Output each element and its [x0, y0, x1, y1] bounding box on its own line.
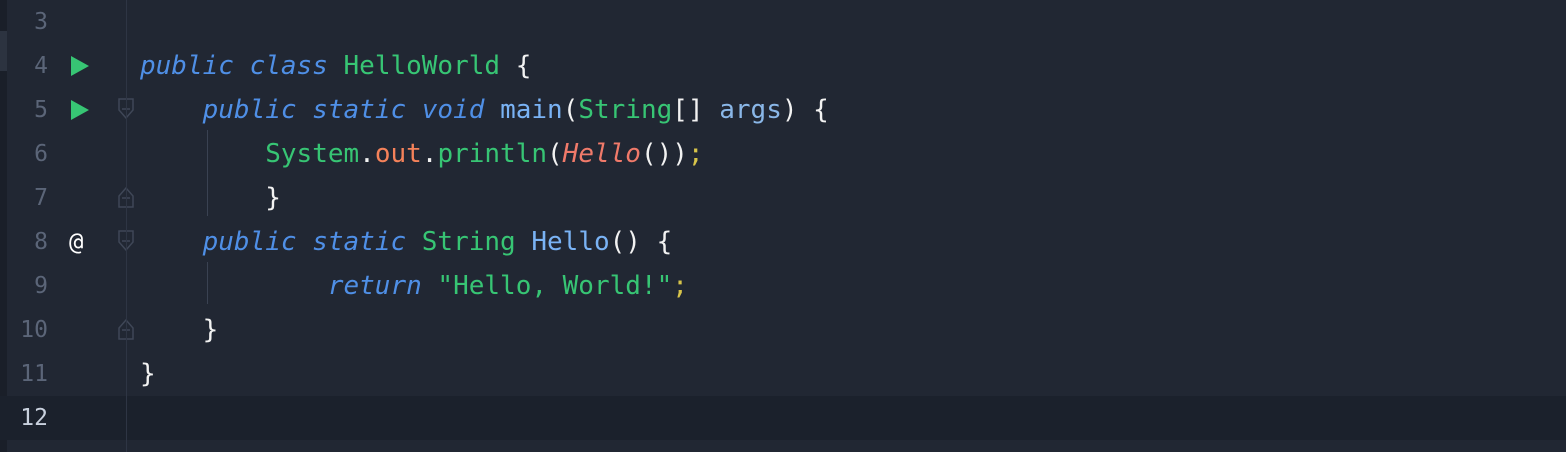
- code-text[interactable]: System.out.println(Hello());: [140, 132, 704, 176]
- code-token: System: [265, 139, 360, 169]
- code-token: static: [312, 95, 407, 125]
- code-token: }: [202, 315, 219, 345]
- line-number[interactable]: 4: [14, 44, 48, 88]
- code-line[interactable]: 8 @ public static String Hello() {: [0, 220, 1566, 264]
- code-token: String: [421, 227, 516, 257]
- line-number[interactable]: 7: [14, 176, 48, 220]
- code-token: .: [359, 139, 375, 169]
- code-line[interactable]: 5 public static void main(String[] args)…: [0, 88, 1566, 132]
- line-number[interactable]: 12: [14, 396, 48, 440]
- code-token: .: [421, 139, 438, 169]
- code-token: ) {: [781, 95, 829, 125]
- line-number[interactable]: 8: [14, 220, 48, 264]
- code-token: static: [312, 227, 407, 257]
- code-token: void: [421, 95, 485, 125]
- code-token: }: [140, 359, 156, 389]
- code-token: ;: [687, 139, 704, 169]
- code-token: main: [500, 95, 563, 125]
- gutter-separator: [126, 0, 127, 452]
- code-token: Hello: [531, 227, 610, 257]
- code-token: }: [265, 183, 281, 213]
- line-number[interactable]: 11: [14, 352, 48, 396]
- override-marker-icon[interactable]: @: [69, 220, 83, 264]
- code-line[interactable]: 9 return "Hello, World!";: [0, 264, 1566, 308]
- code-token: "Hello, World!": [437, 271, 673, 301]
- code-line[interactable]: 11}: [0, 352, 1566, 396]
- code-token: ;: [672, 271, 688, 301]
- code-line[interactable]: 3: [0, 0, 1566, 44]
- indent-guide: [207, 262, 208, 304]
- line-number[interactable]: 5: [14, 88, 48, 132]
- line-number[interactable]: 10: [14, 308, 48, 352]
- code-token: args: [719, 95, 782, 125]
- line-number[interactable]: 6: [14, 132, 48, 176]
- code-text[interactable]: }: [140, 176, 281, 220]
- code-token: public: [202, 95, 297, 125]
- code-token: HelloWorld: [343, 51, 501, 81]
- code-token: public: [202, 227, 297, 257]
- code-token: println: [437, 139, 548, 169]
- code-line[interactable]: 6 System.out.println(Hello());: [0, 132, 1566, 176]
- code-token: class: [249, 51, 328, 81]
- code-token: (: [547, 139, 563, 169]
- code-text[interactable]: }: [140, 352, 156, 396]
- line-number[interactable]: 9: [14, 264, 48, 308]
- indent-guide: [207, 130, 208, 216]
- code-text[interactable]: }: [140, 308, 219, 352]
- code-token: (: [562, 95, 579, 125]
- code-token: String: [578, 95, 673, 125]
- code-text[interactable]: public class HelloWorld {: [140, 44, 531, 88]
- run-icon[interactable]: [68, 55, 90, 77]
- code-token: []: [672, 95, 720, 125]
- code-line[interactable]: 7 }: [0, 176, 1566, 220]
- code-token: {: [500, 51, 532, 81]
- code-text[interactable]: return "Hello, World!";: [140, 264, 688, 308]
- code-token: Hello: [562, 139, 641, 169]
- code-token: ()): [640, 139, 688, 169]
- code-token: public: [140, 51, 234, 81]
- code-token: () {: [609, 227, 673, 257]
- run-icon[interactable]: [68, 99, 90, 121]
- line-number[interactable]: 3: [14, 0, 48, 44]
- code-editor[interactable]: 3 4 public class HelloWorld {5 public stat…: [0, 0, 1566, 452]
- code-line[interactable]: 10 }: [0, 308, 1566, 352]
- code-token: return: [327, 271, 422, 301]
- code-token: out: [374, 139, 422, 169]
- code-line[interactable]: 4 public class HelloWorld {: [0, 44, 1566, 88]
- code-line[interactable]: 12: [0, 396, 1566, 440]
- code-text[interactable]: public static void main(String[] args) {: [140, 88, 829, 132]
- code-text[interactable]: public static String Hello() {: [140, 220, 673, 264]
